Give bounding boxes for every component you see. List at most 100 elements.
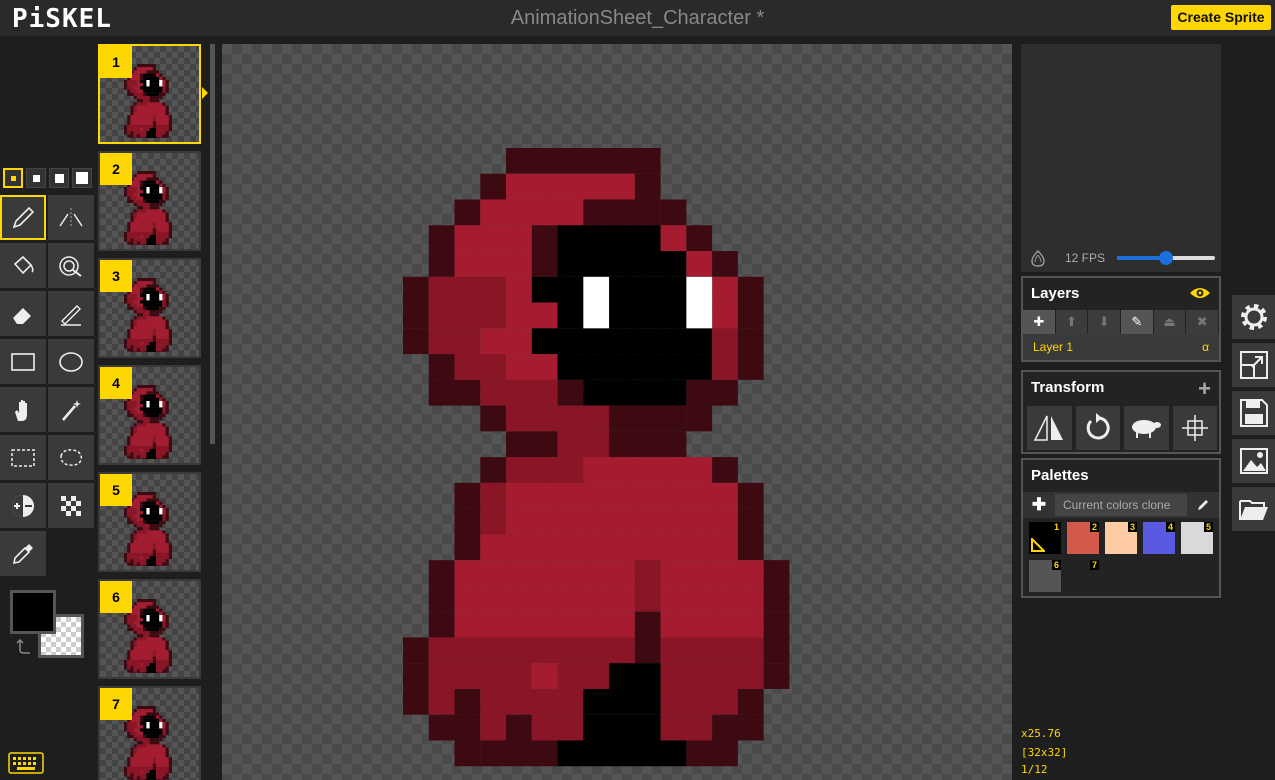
frame-thumbnail[interactable]: 1 (98, 44, 201, 144)
sprite-pixel (133, 728, 140, 732)
resize-button[interactable] (1232, 343, 1275, 387)
sprite-eye (686, 276, 713, 329)
sprite-pixel (156, 442, 169, 446)
add-layer-button[interactable]: ✚ (1023, 310, 1056, 334)
sprite-pixel (133, 455, 137, 459)
drawing-canvas[interactable] (222, 44, 1012, 780)
pen-size-2[interactable] (26, 168, 46, 188)
circle-icon (59, 351, 83, 372)
fps-slider-thumb[interactable] (1159, 251, 1173, 265)
frame-thumbnail[interactable]: 6 (98, 579, 201, 679)
sprite-pixel (168, 442, 172, 446)
eye-icon[interactable] (1189, 286, 1211, 300)
keyboard-shortcuts-icon[interactable] (8, 752, 44, 774)
pen-size-4[interactable] (72, 168, 92, 188)
sprite-pixel (127, 618, 137, 622)
rectangle-select-tool[interactable] (0, 435, 46, 480)
delete-layer-button[interactable]: ✖ (1186, 310, 1220, 334)
sprite-pixel (162, 316, 166, 320)
pen-tool[interactable] (0, 195, 46, 240)
circle-tool[interactable] (48, 339, 94, 384)
move-layer-up-button[interactable]: ⬆ (1055, 310, 1089, 334)
move-tool[interactable] (0, 387, 46, 432)
color-picker-tool[interactable] (0, 531, 46, 576)
sprite-pixel (136, 709, 153, 713)
sprite-pixel (146, 131, 156, 135)
transform-expand-icon[interactable]: + (1198, 376, 1211, 402)
save-button[interactable] (1232, 391, 1275, 435)
rotate-button[interactable] (1075, 406, 1120, 450)
palette-color-swatch[interactable]: 7 (1067, 560, 1099, 592)
export-button[interactable] (1232, 439, 1275, 483)
center-button[interactable] (1172, 406, 1217, 450)
add-palette-button[interactable]: ✚ (1023, 495, 1055, 515)
vertical-mirror-pen-tool[interactable] (48, 195, 94, 240)
sprite-pixel (156, 73, 160, 77)
sprite-pixel (130, 322, 134, 326)
settings-button[interactable] (1232, 295, 1275, 339)
frame-thumbnail[interactable]: 7 (98, 686, 201, 780)
palette-color-swatch[interactable]: 5 (1181, 522, 1213, 554)
paint-bucket-tool[interactable] (0, 243, 46, 288)
sprite-pixel (156, 712, 160, 716)
frame-thumbnail[interactable]: 2 (98, 151, 201, 251)
rectangle-tool[interactable] (0, 339, 46, 384)
sprite-pixel (133, 776, 137, 780)
primary-color-swatch[interactable] (10, 590, 56, 634)
onion-skin-icon[interactable] (1029, 249, 1047, 267)
sprite-pixel (136, 401, 140, 405)
sprite-pixel (165, 410, 169, 414)
palette-color-swatch[interactable]: 3 (1105, 522, 1137, 554)
sprite-pixel (133, 536, 137, 540)
open-button[interactable] (1232, 487, 1275, 531)
sprite-pixel (136, 643, 166, 647)
clone-transform-button[interactable] (1124, 406, 1169, 450)
sprite-pixel (165, 219, 169, 223)
paint-same-color-tool[interactable] (48, 243, 94, 288)
sprite-pixel (660, 225, 687, 252)
frame-thumbnail[interactable]: 5 (98, 472, 201, 572)
pen-size-1[interactable] (3, 168, 23, 188)
frames-scrollbar[interactable] (210, 44, 215, 444)
palette-color-swatch[interactable]: 2 (1067, 522, 1099, 554)
shape-select-tool[interactable] (48, 387, 94, 432)
create-sprite-button[interactable]: Create Sprite (1171, 5, 1271, 30)
palette-color-swatch[interactable]: 6 (1029, 560, 1061, 592)
sprite-pixel (149, 770, 156, 774)
sprite-pixel (130, 329, 153, 333)
sprite-pixel (140, 621, 163, 625)
sprite-pixel (156, 118, 169, 122)
swap-colors-icon[interactable] (16, 638, 34, 656)
sprite-pixel (168, 760, 172, 764)
palette-color-swatch[interactable]: 4 (1143, 522, 1175, 554)
sprite-pixel (165, 190, 169, 194)
edit-layer-button[interactable]: ✎ (1121, 310, 1154, 334)
fps-slider[interactable] (1117, 251, 1215, 265)
palette-select[interactable]: Current colors clone (1055, 494, 1187, 516)
sprite-pixel (136, 410, 144, 414)
edit-palette-button[interactable] (1187, 498, 1219, 512)
palette-color-swatch[interactable]: 1 (1029, 522, 1061, 554)
eraser-tool[interactable] (0, 291, 46, 336)
document-title[interactable]: AnimationSheet_Character * (0, 7, 1275, 30)
sprite-pixel (130, 118, 153, 122)
palette-color-index: 1 (1051, 522, 1061, 532)
sprite-pixel (133, 388, 137, 392)
lighten-tool[interactable] (0, 483, 46, 528)
magic-wand-icon (62, 399, 81, 421)
move-layer-down-button[interactable]: ⬇ (1088, 310, 1122, 334)
flip-button[interactable] (1027, 406, 1072, 450)
sprite-pixel (127, 196, 131, 200)
sprite-pixel (133, 70, 147, 74)
layer-item[interactable]: Layer 1 α (1023, 334, 1219, 360)
sprite-pixel (127, 653, 131, 657)
merge-layer-button[interactable]: ⏏ (1153, 310, 1187, 334)
stroke-tool[interactable] (48, 291, 94, 336)
layer-alpha[interactable]: α (1202, 340, 1209, 354)
dithering-tool[interactable] (48, 483, 94, 528)
frame-thumbnail[interactable]: 3 (98, 258, 201, 358)
sprite-pixel (763, 611, 790, 638)
pen-size-3[interactable] (49, 168, 69, 188)
frame-thumbnail[interactable]: 4 (98, 365, 201, 465)
lasso-select-tool[interactable] (48, 435, 94, 480)
